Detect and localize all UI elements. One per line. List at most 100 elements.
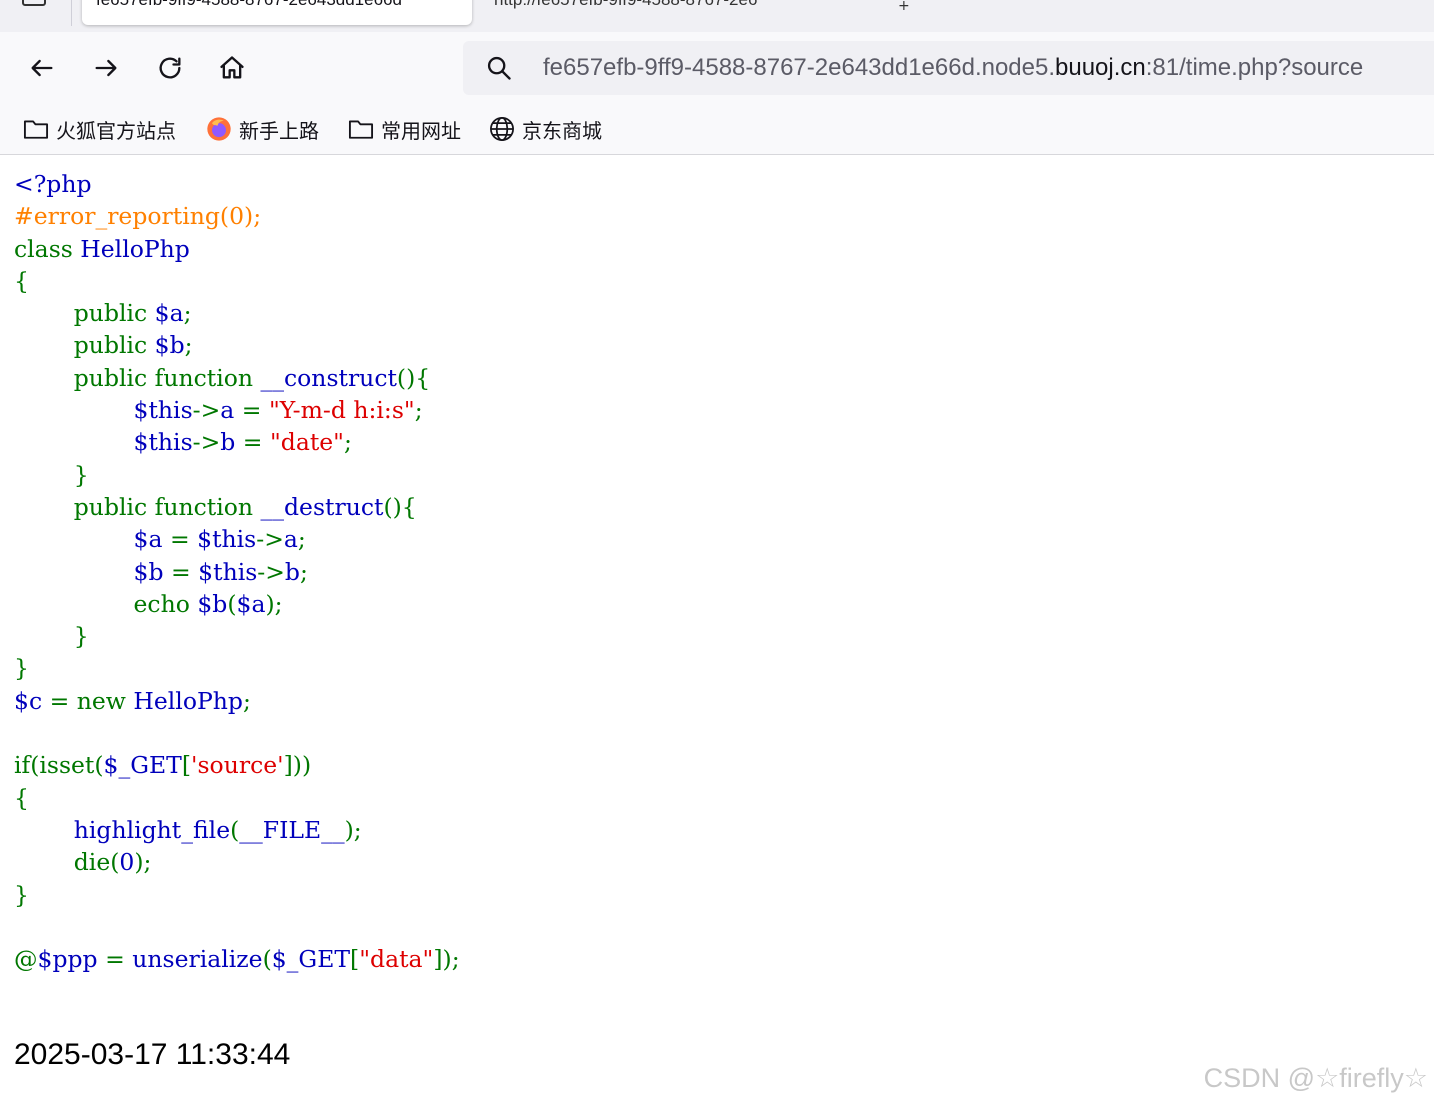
code-token: ; bbox=[344, 428, 352, 457]
globe-icon bbox=[490, 117, 514, 141]
tab-list-icon[interactable] bbox=[22, 0, 46, 6]
code-token: } bbox=[14, 654, 29, 683]
code-token: $a bbox=[236, 589, 266, 618]
code-token: ( bbox=[262, 945, 272, 974]
code-token: (){ bbox=[396, 363, 431, 392]
code-token: ; bbox=[414, 396, 423, 425]
reload-button[interactable] bbox=[152, 50, 188, 86]
url-host: buuoj.cn bbox=[1055, 54, 1146, 81]
bookmark-jd-mall[interactable]: 京东商城 bbox=[488, 115, 602, 143]
code-token: 0 bbox=[119, 848, 135, 877]
tab-title: fe657efb-9ff9-4588-8767-2e643dd1e66d bbox=[96, 0, 402, 10]
code-line: } bbox=[14, 459, 460, 491]
code-token: [ bbox=[181, 751, 192, 780]
code-token: HelloPhp bbox=[133, 686, 243, 715]
home-button[interactable] bbox=[214, 50, 250, 86]
code-line: { bbox=[14, 265, 460, 297]
code-line: public $a; bbox=[14, 297, 460, 329]
code-token: ); bbox=[134, 848, 152, 877]
code-token: ; bbox=[183, 299, 192, 328]
home-icon bbox=[220, 56, 244, 79]
code-line: } bbox=[14, 879, 460, 911]
code-token: $a bbox=[154, 299, 184, 328]
bookmark-getting-started[interactable]: 新手上路 bbox=[205, 115, 319, 143]
code-token: public bbox=[14, 299, 155, 328]
forward-button[interactable] bbox=[88, 50, 124, 86]
code-token: __FILE__ bbox=[239, 815, 345, 844]
code-token: } bbox=[14, 880, 29, 909]
code-token: b bbox=[220, 428, 243, 457]
code-line: } bbox=[14, 620, 460, 652]
code-line: { bbox=[14, 782, 460, 814]
code-token: (){ bbox=[383, 492, 417, 521]
code-line: if(isset($_GET['source'])) bbox=[14, 749, 460, 781]
url-text[interactable]: fe657efb-9ff9-4588-8767-2e643dd1e66d.nod… bbox=[543, 54, 1363, 82]
code-line: $this->a = "Y-m-d h:i:s"; bbox=[14, 394, 460, 426]
code-token: = bbox=[169, 525, 198, 554]
code-line: $this->b = "date"; bbox=[14, 426, 460, 458]
bookmark-label: 京东商城 bbox=[522, 118, 602, 143]
code-token: } bbox=[14, 460, 89, 489]
bookmark-label: 新手上路 bbox=[239, 118, 319, 143]
bookmark-label: 火狐官方站点 bbox=[56, 118, 176, 143]
code-token: "Y-m-d h:i:s" bbox=[268, 396, 415, 425]
code-line: class HelloPhp bbox=[14, 233, 460, 265]
bookmark-firefox-official[interactable]: 火狐官方站点 bbox=[22, 115, 176, 143]
code-token: { bbox=[14, 783, 29, 812]
navigation-toolbar: fe657efb-9ff9-4588-8767-2e643dd1e66d.nod… bbox=[0, 32, 1434, 104]
arrow-left-icon bbox=[31, 59, 53, 77]
tab-title: http://fe657efb-9ff9-4588-8767-2e6 bbox=[494, 0, 757, 10]
tab-inactive[interactable]: http://fe657efb-9ff9-4588-8767-2e6 bbox=[480, 0, 870, 25]
url-suffix: :81/time.php?source bbox=[1145, 54, 1364, 81]
tab-active[interactable]: fe657efb-9ff9-4588-8767-2e643dd1e66d bbox=[82, 0, 472, 25]
code-token: ; bbox=[184, 331, 193, 360]
code-token: = new bbox=[49, 686, 134, 715]
code-token: [ bbox=[350, 945, 360, 974]
code-token: HelloPhp bbox=[80, 234, 190, 263]
back-button[interactable] bbox=[24, 50, 60, 86]
arrow-right-icon bbox=[95, 59, 117, 77]
reload-icon bbox=[159, 57, 181, 79]
bookmark-common-sites[interactable]: 常用网址 bbox=[347, 115, 461, 143]
code-token: a bbox=[283, 525, 298, 554]
code-line: $a = $this->a; bbox=[14, 523, 460, 555]
code-token: $b bbox=[154, 331, 185, 360]
code-token: $this bbox=[133, 428, 193, 457]
code-token: ; bbox=[242, 686, 251, 715]
code-token: unserialize bbox=[132, 945, 263, 974]
code-line: public function __construct(){ bbox=[14, 362, 460, 394]
code-token: $_GET bbox=[271, 945, 351, 974]
search-icon bbox=[487, 56, 511, 80]
code-token: = bbox=[242, 428, 270, 457]
code-token: ; bbox=[297, 525, 306, 554]
tab-strip: fe657efb-9ff9-4588-8767-2e643dd1e66d htt… bbox=[0, 0, 1434, 32]
folder-icon bbox=[348, 120, 374, 139]
code-token: highlight_file bbox=[73, 815, 231, 844]
code-token: $this bbox=[197, 525, 257, 554]
code-line: @$ppp = unserialize($_GET["data"]); bbox=[14, 943, 460, 975]
code-token: ( bbox=[227, 589, 237, 618]
bookmarks-toolbar: 火狐官方站点 新手上路 常用网址 京东商城 bbox=[0, 104, 1434, 154]
new-tab-icon[interactable]: + bbox=[898, 0, 910, 14]
code-line: highlight_file(__FILE__); bbox=[14, 814, 460, 846]
code-token: $b bbox=[197, 589, 228, 618]
code-token: $b bbox=[133, 557, 171, 586]
php-source-code: <?php #error_reporting(0); class HelloPhp{… bbox=[14, 168, 460, 975]
code-token: a bbox=[220, 396, 242, 425]
code-token: = bbox=[171, 557, 199, 586]
code-token: class bbox=[14, 234, 81, 263]
code-line bbox=[14, 717, 460, 749]
url-bar[interactable]: fe657efb-9ff9-4588-8767-2e643dd1e66d.nod… bbox=[463, 41, 1434, 95]
code-line: } bbox=[14, 652, 460, 684]
code-line: public $b; bbox=[14, 329, 460, 361]
code-token: $_GET bbox=[103, 751, 182, 780]
code-token: "data" bbox=[359, 945, 434, 974]
tab-separator bbox=[71, 0, 72, 26]
code-token: ; bbox=[299, 557, 308, 586]
code-token: __construct bbox=[260, 363, 397, 392]
